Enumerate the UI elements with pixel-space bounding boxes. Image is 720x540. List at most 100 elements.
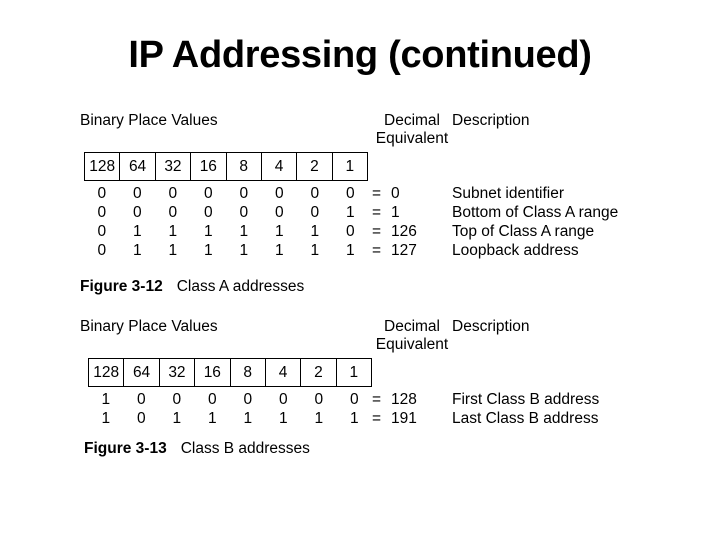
bit: 1	[168, 223, 178, 240]
header-decimal-line1: Decimal	[384, 112, 440, 129]
place-value-cell: 1	[345, 157, 355, 175]
table-row: 0 0 0 0 0 0 0 1 = 1 Bottom of Class A ra…	[0, 203, 720, 222]
place-value-cell: 4	[266, 359, 302, 386]
bit: 0	[239, 185, 249, 202]
bit: 1	[345, 242, 355, 259]
bit: 1	[203, 223, 213, 240]
bit: 0	[203, 204, 213, 221]
row-description: Loopback address	[452, 242, 579, 259]
equals-sign: =	[372, 223, 382, 240]
place-value-row: 128 64 32 16 8 4 2 1	[84, 152, 368, 181]
place-value-cell: 2	[301, 359, 337, 386]
bit: 1	[172, 410, 182, 427]
table-row: 0 1 1 1 1 1 1 0 = 126 Top of Class A ran…	[0, 222, 720, 241]
bit: 0	[243, 391, 253, 408]
bit: 1	[101, 391, 111, 408]
row-description: Top of Class A range	[452, 223, 595, 240]
equals-sign: =	[372, 242, 382, 259]
place-value-cell: 2	[297, 153, 333, 180]
bit: 1	[168, 242, 178, 259]
bit: 0	[97, 242, 107, 259]
decimal-value: 127	[391, 242, 417, 259]
column-headers: Binary Place Values Decimal Equivalent D…	[0, 318, 720, 358]
bit: 1	[101, 410, 111, 427]
equals-sign: =	[372, 391, 382, 408]
bit: 1	[239, 242, 249, 259]
bit: 0	[239, 204, 249, 221]
equals-sign: =	[372, 204, 382, 221]
bit-group: 0 1 1 1 1 1 1 1	[84, 241, 368, 260]
bit: 0	[310, 204, 320, 221]
bit-group: 1 0 0 0 0 0 0 0	[88, 390, 372, 409]
table-row: 0 0 0 0 0 0 0 0 = 0 Subnet identifier	[0, 184, 720, 203]
bit: 1	[132, 223, 142, 240]
bit: 0	[345, 185, 355, 202]
bit: 0	[168, 204, 178, 221]
header-decimal-equivalent: Decimal Equivalent	[374, 112, 450, 148]
bit-group: 1 0 1 1 1 1 1 1	[88, 409, 372, 428]
bit: 1	[239, 223, 249, 240]
bit: 1	[314, 410, 324, 427]
row-description: First Class B address	[452, 391, 600, 408]
header-decimal-line1: Decimal	[384, 318, 440, 335]
place-value-cell: 8	[231, 359, 266, 386]
place-value-cell: 8	[227, 153, 262, 180]
row-description: Bottom of Class A range	[452, 204, 619, 221]
bit: 0	[349, 391, 359, 408]
row-description: Subnet identifier	[452, 185, 565, 202]
place-value-cell: 32	[160, 359, 196, 386]
bit: 1	[349, 410, 359, 427]
place-value-row: 128 64 32 16 8 4 2 1	[88, 358, 372, 387]
bit: 0	[132, 204, 142, 221]
place-value-cell: 16	[195, 359, 231, 386]
bit: 0	[132, 185, 142, 202]
bit: 1	[132, 242, 142, 259]
figure-caption-text: Class B addresses	[180, 440, 310, 457]
place-value-cell: 32	[156, 153, 192, 180]
place-value-cell: 1	[349, 363, 359, 381]
figure-caption-label: Figure 3-12	[80, 278, 163, 295]
bit: 1	[345, 204, 355, 221]
figure-caption-label: Figure 3-13	[84, 440, 167, 457]
decimal-value: 128	[391, 391, 417, 408]
bit: 1	[310, 223, 320, 240]
bit: 0	[97, 185, 107, 202]
header-decimal-line2: Equivalent	[375, 336, 449, 353]
bit: 0	[207, 391, 217, 408]
place-value-cell: 128	[89, 359, 125, 386]
column-headers: Binary Place Values Decimal Equivalent D…	[0, 112, 720, 152]
bit: 0	[97, 204, 107, 221]
table-row: 0 1 1 1 1 1 1 1 = 127 Loopback address	[0, 241, 720, 260]
bit: 0	[345, 223, 355, 240]
bit: 1	[243, 410, 253, 427]
figure-class-a: Binary Place Values Decimal Equivalent D…	[0, 112, 720, 295]
bit: 1	[274, 223, 284, 240]
figure-class-b: Binary Place Values Decimal Equivalent D…	[0, 318, 720, 457]
figure-caption: Figure 3-12 Class A addresses	[80, 278, 304, 296]
bit: 0	[274, 204, 284, 221]
figure-caption: Figure 3-13 Class B addresses	[84, 440, 310, 458]
binary-rows: 0 0 0 0 0 0 0 0 = 0 Subnet identifier 0 …	[0, 184, 720, 260]
bit-group: 0 0 0 0 0 0 0 0	[84, 184, 368, 203]
bit: 0	[203, 185, 213, 202]
place-value-cell: 128	[85, 153, 121, 180]
page-title: IP Addressing (continued)	[128, 34, 592, 76]
bit: 0	[310, 185, 320, 202]
bit-group: 0 1 1 1 1 1 1 0	[84, 222, 368, 241]
place-value-cell: 4	[262, 153, 298, 180]
bit-group: 0 0 0 0 0 0 0 1	[84, 203, 368, 222]
bit: 0	[136, 410, 146, 427]
header-decimal-equivalent: Decimal Equivalent	[374, 318, 450, 354]
place-value-cell: 64	[124, 359, 160, 386]
table-row: 1 0 0 0 0 0 0 0 = 128 First Class B addr…	[0, 390, 720, 409]
place-value-cell: 16	[191, 153, 227, 180]
decimal-value: 1	[391, 204, 400, 221]
bit: 0	[172, 391, 182, 408]
binary-rows: 1 0 0 0 0 0 0 0 = 128 First Class B addr…	[0, 390, 720, 428]
bit: 1	[310, 242, 320, 259]
decimal-value: 126	[391, 223, 417, 240]
bit: 0	[97, 223, 107, 240]
figure-caption-text: Class A addresses	[176, 278, 305, 295]
bit: 0	[278, 391, 288, 408]
header-binary-place-values: Binary Place Values	[80, 112, 218, 129]
